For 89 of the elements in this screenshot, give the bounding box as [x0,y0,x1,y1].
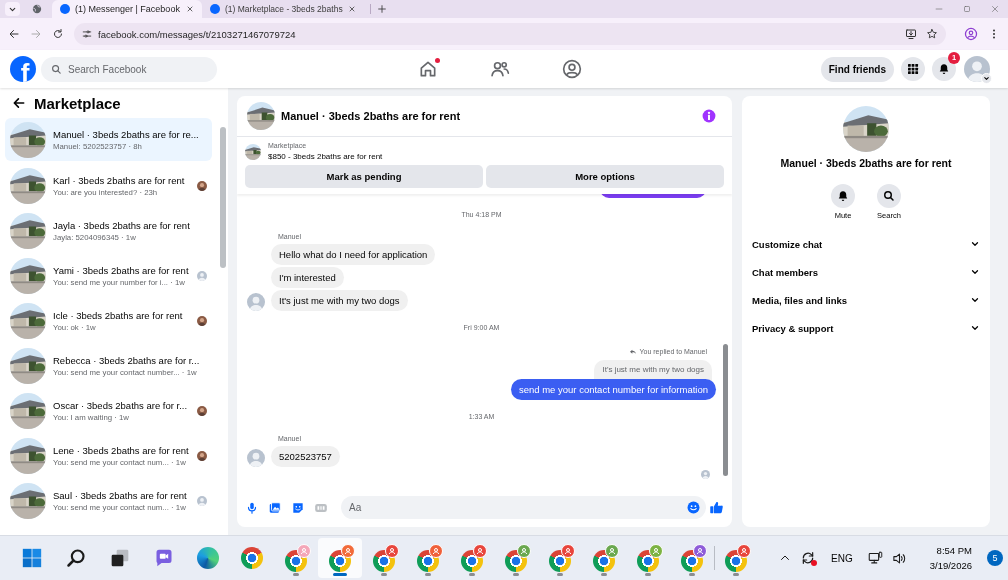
conversation-name: Saul · 3beds 2baths are for rent [53,488,188,502]
search-field[interactable]: Search Facebook [41,56,217,82]
avatar [247,449,265,467]
tune-icon[interactable] [82,29,92,39]
globe-icon[interactable] [32,4,42,14]
photo-icon[interactable] [268,500,282,515]
avatar [247,293,265,311]
conversation-name: Jayla · 3beds 2baths are for rent [53,218,191,232]
grid-icon [907,63,919,75]
friends-icon[interactable] [490,59,510,79]
search-button[interactable] [877,184,901,208]
address-bar[interactable]: facebook.com/messages/t/2103271467079724 [74,23,946,45]
conversation-name: Rebecca · 3beds 2baths are for r... [53,353,201,367]
logo-icon [210,4,220,14]
seen-avatar [197,405,207,416]
notification-badge[interactable]: 5 [987,550,1003,566]
listing-title: $850 - 3beds 2baths are for rent [268,151,383,162]
settings-section[interactable]: Customize chat [752,230,980,258]
home-icon[interactable] [418,59,438,79]
back-icon[interactable] [8,28,20,40]
search-icon[interactable] [66,548,86,568]
caret-icon[interactable] [981,73,992,84]
chat-title: Manuel · 3beds 2baths are for rent [780,157,952,169]
seen-avatar [197,315,207,326]
conversation-name: Lene · 3beds 2baths are for rent [53,443,190,457]
info-icon[interactable] [702,109,716,123]
video-chat-icon[interactable] [154,548,174,568]
avatar [964,56,990,82]
reply-icon [628,348,637,356]
bell-icon [938,63,950,75]
notifications-button[interactable] [932,57,956,81]
sync-icon[interactable] [800,550,817,566]
conversation-name: Yami · 3beds 2baths are for rent [53,263,190,277]
sticker-icon[interactable] [291,500,305,515]
people-circle-icon[interactable] [562,59,582,79]
star-icon[interactable] [926,28,938,40]
settings-section[interactable]: Chat members [752,258,980,286]
profile-icon[interactable] [964,27,978,41]
scrollbar-thumb[interactable] [220,127,226,268]
close-icon[interactable] [347,5,356,13]
search-icon [51,63,62,75]
speaker-icon[interactable] [891,550,907,566]
clock[interactable]: 8:54 PM 3/19/2026 [929,543,972,573]
browser-tab[interactable]: (1) Marketplace - 3beds 2baths [202,0,364,18]
browser-tab[interactable]: (1) Messenger | Facebook [52,0,202,18]
network-icon[interactable] [867,550,883,566]
message-bubble: I'm interested [271,267,344,288]
task-view-icon[interactable] [110,548,130,568]
message-bubble: 5202523757 [271,446,340,467]
back-arrow-icon[interactable] [12,96,26,110]
seen-avatar [197,270,207,281]
browser-icon[interactable] [197,547,219,569]
seen-avatar [701,470,710,479]
logo-icon [60,4,70,14]
chat-title: Manuel · 3beds 2baths are for rent [281,110,462,122]
settings-section[interactable]: Privacy & support [752,314,980,342]
new-tab-icon[interactable] [376,4,387,14]
microphone-icon[interactable] [245,500,259,515]
seen-avatar [197,450,207,461]
panel-title: Marketplace [34,94,121,112]
logo[interactable]: f [10,56,36,82]
message-bubble: Hello what do I need for application [271,244,436,265]
install-icon[interactable] [905,28,917,40]
search-icon [883,190,895,202]
like-icon[interactable] [709,500,724,515]
language-indicator[interactable]: ENG [831,552,853,564]
conversation-name: Karl · 3beds 2baths are for rent [53,173,186,187]
message-bubble: send me your contact number for information [510,379,716,400]
close-icon[interactable] [186,5,194,13]
apps-grid-button[interactable] [901,57,925,81]
bell-icon [837,190,849,202]
mute-button[interactable] [831,184,855,208]
action-button[interactable]: More options [486,165,724,188]
start-icon[interactable] [22,548,42,568]
conversation-name: Manuel · 3beds 2baths are for re... [53,127,200,141]
browser-icon[interactable] [241,547,263,569]
seen-avatar [197,495,207,506]
message-bubble: It's just me with my two dogs [271,290,408,311]
reload-icon[interactable] [52,28,64,40]
tab-search-button[interactable] [5,2,20,16]
quoted-message: It's just me with my two dogs [594,360,712,381]
scrollbar-thumb[interactable] [723,344,728,476]
conversation-name: Oscar · 3beds 2baths are for r... [53,398,189,412]
message-field[interactable]: Aa [341,496,706,519]
settings-section[interactable]: Media, files and links [752,286,980,314]
conversation-name: Icle · 3beds 2baths are for rent [53,308,184,322]
action-button[interactable]: Mark as pending [245,165,483,188]
find-friends-button[interactable]: Find friends [820,56,894,82]
seen-avatar [197,180,207,191]
